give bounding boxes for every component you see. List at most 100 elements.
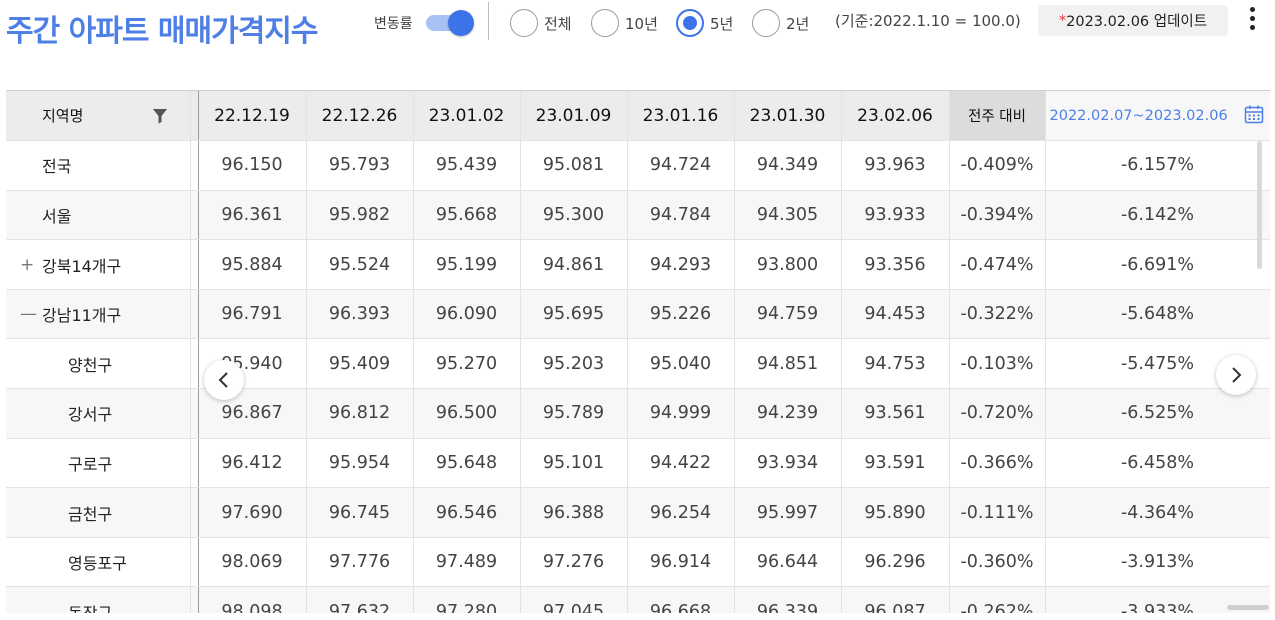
index-value-cell: 96.412 — [198, 438, 307, 489]
frozen-divider — [190, 190, 199, 241]
range-change-cell: -4.364% — [1045, 487, 1270, 538]
table-row[interactable]: 금천구 97.690 96.745 96.546 96.388 96.254 95.997 9… — [6, 487, 1270, 538]
index-value-cell: 96.644 — [734, 537, 842, 588]
table-row[interactable]: 구로구 96.412 95.954 95.648 95.101 94.422 93.934 9… — [6, 438, 1270, 489]
region-cell[interactable]: 강서구 — [6, 388, 191, 439]
index-value-cell: 96.254 — [627, 487, 735, 538]
region-cell[interactable]: 전국 — [6, 140, 191, 191]
week-change-cell: -0.262% — [948, 586, 1046, 613]
table-row[interactable]: 동작구 98.09897.63297.28097.04596.66896.3399… — [6, 586, 1270, 613]
range-change-cell: -5.648% — [1045, 289, 1270, 340]
collapse-icon[interactable]: — — [20, 304, 37, 324]
calendar-icon[interactable] — [1244, 104, 1264, 124]
chevron-right-icon[interactable] — [1216, 355, 1256, 395]
date-column-header[interactable]: 23.02.06 — [841, 91, 950, 142]
chevron-left-icon[interactable] — [204, 360, 244, 400]
index-value-cell: 94.999 — [627, 388, 735, 439]
expand-icon[interactable]: + — [20, 255, 34, 275]
table-row[interactable]: 양천구 95.940 95.409 95.270 95.203 95.040 94.851 9… — [6, 338, 1270, 390]
index-value-cell: 93.800 — [734, 239, 842, 290]
table-row[interactable]: — 강남11개구 96.791 96.393 96.090 95.695 95.226 94.… — [6, 289, 1270, 340]
region-cell[interactable]: 서울 — [6, 190, 191, 241]
index-value-cell: 95.997 — [734, 487, 842, 538]
table-header-row: 지역명 22.12.19 22.12.26 23.01.02 23.01.09 … — [6, 91, 1270, 142]
range-change-cell: -6.525% — [1045, 388, 1270, 439]
index-value-cell: 95.789 — [520, 388, 628, 439]
table-row[interactable]: 서울 96.361 95.982 95.668 95.300 94.784 94.305 93… — [6, 190, 1270, 241]
period-radio-5y[interactable]: 5년 — [676, 8, 733, 38]
radio-circle — [752, 9, 780, 37]
region-header-label: 지역명 — [42, 107, 84, 126]
table-row[interactable]: + 강북14개구 95.884 95.524 95.199 94.861 94.293 93.… — [6, 239, 1270, 290]
region-name: 강남11개구 — [42, 306, 122, 326]
date-column-header[interactable]: 23.01.30 — [734, 91, 842, 142]
period-radio-all[interactable]: 전체 — [510, 8, 572, 38]
index-value-cell: 95.695 — [520, 289, 628, 340]
frozen-divider — [190, 586, 199, 613]
period-radio-2y[interactable]: 2년 — [752, 8, 809, 38]
filter-icon[interactable] — [152, 108, 168, 124]
update-star: * — [1058, 12, 1067, 29]
base-index-note: (기준:2022.1.10 = 100.0) — [835, 12, 1021, 30]
index-value-cell: 94.422 — [627, 438, 735, 489]
index-value-cell: 94.759 — [734, 289, 842, 340]
index-value-cell: 95.982 — [306, 190, 414, 241]
region-name: 구로구 — [68, 454, 113, 474]
week-change-cell: -0.322% — [948, 289, 1046, 340]
vertical-scrollbar[interactable] — [1257, 141, 1262, 269]
index-value-cell: 93.934 — [734, 438, 842, 489]
chevron-right-glyph — [1232, 367, 1242, 383]
table-row[interactable]: 전국 96.150 95.793 95.439 95.081 94.724 94.349 93… — [6, 140, 1270, 191]
index-value-cell: 95.203 — [520, 338, 628, 390]
table-row[interactable]: 영등포구 98.069 97.776 97.489 97.276 96.914 96.644… — [6, 537, 1270, 588]
region-cell[interactable]: 구로구 — [6, 438, 191, 489]
horizontal-scrollbar[interactable] — [1227, 605, 1269, 610]
price-index-table-container: 지역명 22.12.19 22.12.26 23.01.02 23.01.09 … — [6, 90, 1270, 613]
index-value-cell: 94.305 — [734, 190, 842, 241]
date-column-header[interactable]: 23.01.09 — [520, 91, 628, 142]
region-name: 동작구 — [68, 604, 112, 613]
table-row[interactable]: 강서구 96.867 96.812 96.500 95.789 94.999 94.239 9… — [6, 388, 1270, 439]
region-cell[interactable]: 금천구 — [6, 487, 191, 538]
change-rate-toggle[interactable] — [426, 10, 476, 36]
week-change-cell: -0.366% — [948, 438, 1046, 489]
region-cell[interactable]: 양천구 — [6, 338, 191, 390]
index-value-cell: 95.668 — [413, 190, 521, 241]
date-column-header[interactable]: 23.01.02 — [413, 91, 521, 142]
index-value-cell: 95.409 — [306, 338, 414, 390]
index-value-cell: 95.884 — [198, 239, 307, 290]
region-column-header[interactable]: 지역명 — [6, 91, 191, 142]
more-vertical-icon[interactable] — [1246, 5, 1260, 33]
date-column-header[interactable]: 22.12.19 — [198, 91, 307, 142]
update-text: 2023.02.06 업데이트 — [1066, 14, 1208, 30]
region-cell[interactable]: 영등포구 — [6, 537, 191, 588]
index-value-cell: 95.648 — [413, 438, 521, 489]
frozen-divider — [190, 487, 199, 538]
week-change-cell: -0.394% — [948, 190, 1046, 241]
index-value-cell: 96.914 — [627, 537, 735, 588]
date-column-header[interactable]: 22.12.26 — [306, 91, 414, 142]
index-value-cell: 97.489 — [413, 537, 521, 588]
index-value-cell: 93.561 — [841, 388, 950, 439]
period-radio-10y[interactable]: 10년 — [591, 8, 658, 38]
range-column-header[interactable]: 2022.02.07~2023.02.06 — [1045, 91, 1270, 142]
index-value-cell: 95.226 — [627, 289, 735, 340]
region-cell[interactable]: + 강북14개구 — [6, 239, 191, 290]
index-value-cell: 94.724 — [627, 140, 735, 191]
period-label: 전체 — [544, 14, 572, 33]
week-change-cell: -0.360% — [948, 537, 1046, 588]
index-value-cell: 95.890 — [841, 487, 950, 538]
update-badge: * 2023.02.06 업데이트 — [1038, 5, 1228, 36]
region-cell[interactable]: — 강남11개구 — [6, 289, 191, 340]
header-bar: 주간 아파트 매매가격지수 변동률 전체 10년 5년 2년 (기준:2022.… — [0, 0, 1275, 50]
index-value-cell: 94.349 — [734, 140, 842, 191]
date-column-header[interactable]: 23.01.16 — [627, 91, 735, 142]
week-change-column-header[interactable]: 전주 대비 — [948, 91, 1046, 142]
region-cell[interactable]: 동작구 — [6, 586, 191, 613]
frozen-divider — [190, 537, 199, 588]
index-value-cell: 96.546 — [413, 487, 521, 538]
region-name: 전국 — [42, 157, 72, 177]
index-value-cell: 94.293 — [627, 239, 735, 290]
index-value-cell: 96.791 — [198, 289, 307, 340]
index-value-cell: 94.753 — [841, 338, 950, 390]
